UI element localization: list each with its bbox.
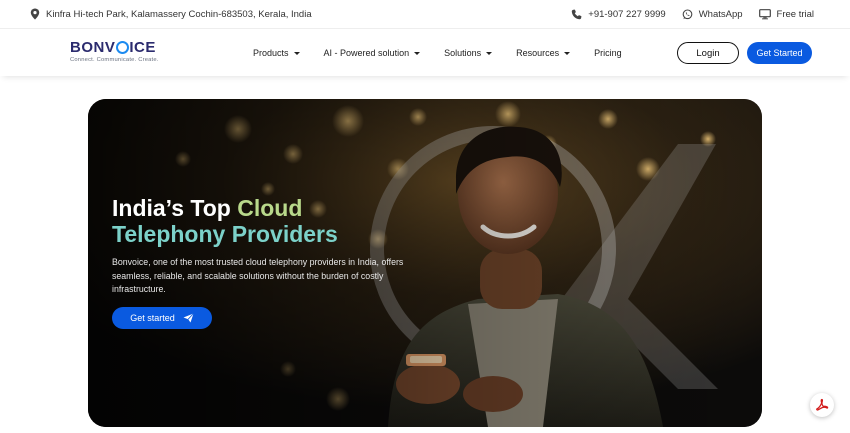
hero-description: Bonvoice, one of the most trusted cloud … <box>112 257 404 294</box>
nav-item-ai-powered-solution[interactable]: AI - Powered solution <box>324 48 421 58</box>
phone-icon <box>571 9 582 20</box>
nav-item-label: Resources <box>516 48 560 58</box>
whatsapp-icon <box>682 8 693 20</box>
hero-heading: India’s Top Cloud Telephony Providers <box>112 195 442 247</box>
contact-links: +91-907 227 9999 WhatsApp Free trial <box>561 9 814 20</box>
nav-menu: Products AI - Powered solution Solutions… <box>253 29 646 77</box>
login-button[interactable]: Login <box>677 42 739 64</box>
monitor-icon <box>758 8 771 20</box>
nav-item-solutions[interactable]: Solutions <box>444 48 493 58</box>
whatsapp-link[interactable]: WhatsApp <box>682 9 743 20</box>
logo-word-end: ICE <box>129 39 156 56</box>
nav-item-label: Solutions <box>444 48 482 58</box>
nav-item-pricing[interactable]: Pricing <box>594 48 622 58</box>
caret-down-icon <box>564 51 571 55</box>
caret-down-icon <box>486 51 493 55</box>
hero-text-block: India’s Top Cloud Telephony Providers Bo… <box>112 195 442 297</box>
caret-down-icon <box>293 51 300 55</box>
free-trial-text: Free trial <box>776 8 814 20</box>
main-navigation: BONV ICE Connect. Communicate. Create. Pr… <box>0 28 850 76</box>
nav-item-products[interactable]: Products <box>253 48 300 58</box>
nav-item-label: AI - Powered solution <box>323 48 410 58</box>
logo-word-start: BONV <box>70 39 116 56</box>
top-info-bar: Kinfra Hi-tech Park, Kalamassery Cochin-… <box>0 0 850 28</box>
logo-wordmark: BONV ICE <box>70 39 159 56</box>
location-pin-icon <box>30 8 40 20</box>
floating-pdf-button[interactable] <box>810 393 834 417</box>
hero-get-started-button[interactable]: Get started <box>112 307 212 329</box>
nav-item-resources[interactable]: Resources <box>516 48 571 58</box>
caret-down-icon <box>414 51 421 55</box>
phone-link[interactable]: +91-907 227 9999 <box>571 8 666 20</box>
bonvoice-logo[interactable]: BONV ICE Connect. Communicate. Create. <box>70 39 159 63</box>
paper-plane-icon <box>183 313 194 323</box>
phone-text: +91-907 227 9999 <box>588 8 666 20</box>
hero-heading-part-teal: Telephony Providers <box>112 221 338 247</box>
free-trial-link[interactable]: Free trial <box>758 8 814 20</box>
hero-cta-label: Get started <box>130 313 175 323</box>
hero-heading-part-green: Cloud <box>237 195 303 221</box>
logo-tagline: Connect. Communicate. Create. <box>70 57 159 63</box>
pdf-icon <box>815 398 829 412</box>
nav-item-label: Pricing <box>594 48 622 58</box>
get-started-button[interactable]: Get Started <box>747 42 812 64</box>
logo-o-ring-icon <box>115 41 129 54</box>
address-text: Kinfra Hi-tech Park, Kalamassery Cochin-… <box>46 8 312 20</box>
hero-banner: India’s Top Cloud Telephony Providers Bo… <box>88 99 762 427</box>
address-block: Kinfra Hi-tech Park, Kalamassery Cochin-… <box>30 8 312 20</box>
nav-item-label: Products <box>253 48 289 58</box>
hero-heading-part-white: India’s Top <box>112 195 238 221</box>
whatsapp-text: WhatsApp <box>698 8 743 20</box>
